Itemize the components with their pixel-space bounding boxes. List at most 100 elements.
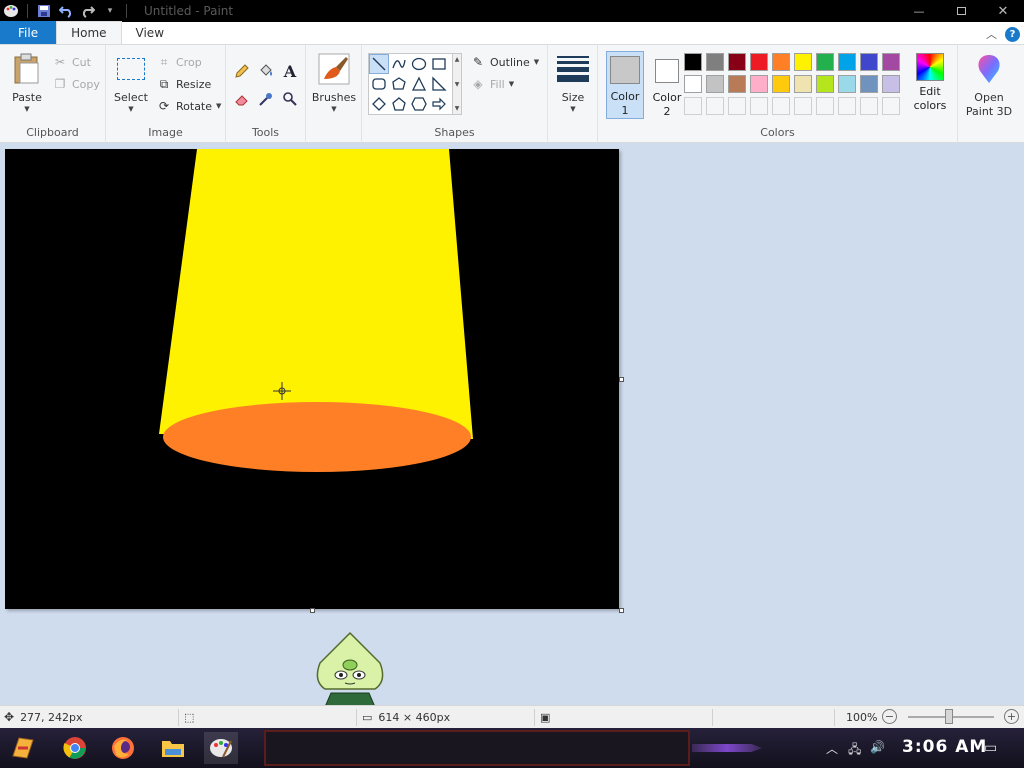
palette-swatch[interactable] [860, 53, 878, 71]
zoom-out-button[interactable]: − [882, 709, 897, 724]
edit-colors-button[interactable]: Edit colors [910, 53, 950, 113]
resize-handle-bottom[interactable] [310, 608, 315, 613]
right-triangle-shape-icon[interactable] [429, 74, 449, 94]
minimize-button[interactable]: — [898, 2, 940, 20]
show-hidden-icons-icon[interactable]: ︿ [826, 740, 838, 757]
curve-shape-icon[interactable] [389, 54, 409, 74]
polygon-shape-icon[interactable] [389, 74, 409, 94]
palette-swatch[interactable] [794, 75, 812, 93]
rotate-dropdown-icon: ▼ [216, 102, 222, 110]
fill-button[interactable]: ◈ Fill ▼ [470, 75, 514, 93]
close-button[interactable]: ✕ [982, 2, 1024, 20]
palette-swatch[interactable] [838, 53, 856, 71]
right-arrow-shape-icon[interactable] [429, 94, 449, 114]
palette-swatch[interactable] [750, 53, 768, 71]
palette-swatch[interactable] [882, 53, 900, 71]
rounded-rectangle-shape-icon[interactable] [369, 74, 389, 94]
pentagon-shape-icon[interactable] [389, 94, 409, 114]
eraser-icon[interactable] [232, 89, 252, 109]
collapse-ribbon-icon[interactable]: ︿ [986, 26, 997, 42]
size-button[interactable]: Size ▼ [552, 53, 594, 113]
crop-button[interactable]: ⌗ Crop [156, 53, 202, 71]
notifications-icon[interactable]: ▭ [984, 740, 997, 756]
oval-shape-icon[interactable] [409, 54, 429, 74]
palette-swatch[interactable] [816, 53, 834, 71]
redo-icon[interactable] [79, 2, 97, 20]
help-icon[interactable]: ? [1005, 26, 1020, 42]
zoom-in-button[interactable]: + [1004, 709, 1019, 724]
palette-swatch[interactable] [750, 75, 768, 93]
resize-handle-right[interactable] [619, 377, 624, 382]
palette-swatch[interactable] [684, 75, 702, 93]
palette-swatch[interactable] [794, 97, 812, 115]
fill-dropdown-icon: ▼ [508, 80, 515, 88]
save-icon[interactable] [35, 2, 53, 20]
palette-swatch[interactable] [860, 75, 878, 93]
undo-icon[interactable] [57, 2, 75, 20]
drawing-canvas[interactable] [5, 149, 619, 609]
hexagon-shape-icon[interactable] [409, 94, 429, 114]
select-button[interactable]: Select ▼ [112, 53, 150, 113]
firefox-icon[interactable] [106, 732, 140, 764]
maximize-button[interactable] [940, 2, 982, 20]
taskbar-clock[interactable]: 3:06 AM [902, 737, 987, 757]
outline-button[interactable]: ✎ Outline ▼ [470, 53, 539, 71]
palette-swatch[interactable] [684, 53, 702, 71]
cut-button[interactable]: ✂ Cut [52, 53, 91, 71]
volume-icon[interactable]: 🔊 [870, 740, 885, 754]
tab-home[interactable]: Home [56, 21, 122, 44]
palette-swatch[interactable] [728, 97, 746, 115]
palette-swatch[interactable] [816, 97, 834, 115]
scroll-down-icon[interactable]: ▼ [455, 81, 460, 88]
palette-swatch[interactable] [772, 97, 790, 115]
rectangle-shape-icon[interactable] [429, 54, 449, 74]
copy-button[interactable]: ❐ Copy [52, 75, 100, 93]
scroll-up-icon[interactable]: ▲ [455, 56, 460, 63]
palette-swatch[interactable] [838, 97, 856, 115]
start-button[interactable] [6, 732, 40, 764]
brushes-button[interactable]: Brushes ▼ [310, 53, 358, 113]
palette-swatch[interactable] [728, 75, 746, 93]
tab-view[interactable]: View [122, 21, 178, 44]
open-paint-3d-button[interactable]: Open Paint 3D [962, 53, 1016, 119]
resize-handle-corner[interactable] [619, 608, 624, 613]
text-icon[interactable]: A [280, 61, 300, 81]
pencil-icon[interactable] [232, 61, 252, 81]
magnifier-icon[interactable] [280, 89, 300, 109]
palette-swatch[interactable] [816, 75, 834, 93]
palette-swatch[interactable] [684, 97, 702, 115]
palette-swatch[interactable] [728, 53, 746, 71]
palette-swatch[interactable] [882, 75, 900, 93]
palette-swatch[interactable] [860, 97, 878, 115]
resize-button[interactable]: ⧉ Resize [156, 75, 212, 93]
color-1-selector[interactable]: Color 1 [606, 51, 644, 119]
palette-swatch[interactable] [838, 75, 856, 93]
file-explorer-icon[interactable] [156, 732, 190, 764]
palette-swatch[interactable] [772, 53, 790, 71]
shapes-scrollbar[interactable]: ▲ ▼ ▼ [452, 53, 462, 115]
palette-swatch[interactable] [794, 53, 812, 71]
fill-bucket-icon[interactable] [256, 61, 276, 81]
palette-swatch[interactable] [772, 75, 790, 93]
triangle-shape-icon[interactable] [409, 74, 429, 94]
network-icon[interactable]: 🖧 [848, 740, 861, 761]
color-picker-icon[interactable] [256, 89, 276, 109]
expand-gallery-icon[interactable]: ▼ [455, 105, 460, 112]
chrome-icon[interactable] [58, 732, 92, 764]
zoom-slider-thumb[interactable] [945, 709, 953, 724]
palette-swatch[interactable] [706, 53, 724, 71]
paint-app-icon[interactable] [2, 2, 20, 20]
customize-quick-access-icon[interactable]: ▾ [101, 2, 119, 20]
color-1-swatch [610, 56, 640, 84]
color-2-selector[interactable]: Color 2 [648, 51, 686, 119]
palette-swatch[interactable] [882, 97, 900, 115]
rotate-button[interactable]: ⟳ Rotate ▼ [156, 97, 221, 115]
diamond-shape-icon[interactable] [369, 94, 389, 114]
line-shape-icon[interactable] [369, 54, 389, 74]
paint-taskbar-icon[interactable] [204, 732, 238, 764]
palette-swatch[interactable] [706, 75, 724, 93]
palette-swatch[interactable] [706, 97, 724, 115]
palette-swatch[interactable] [750, 97, 768, 115]
paste-button[interactable]: Paste ▼ [8, 53, 46, 113]
tab-file[interactable]: File [0, 21, 57, 44]
